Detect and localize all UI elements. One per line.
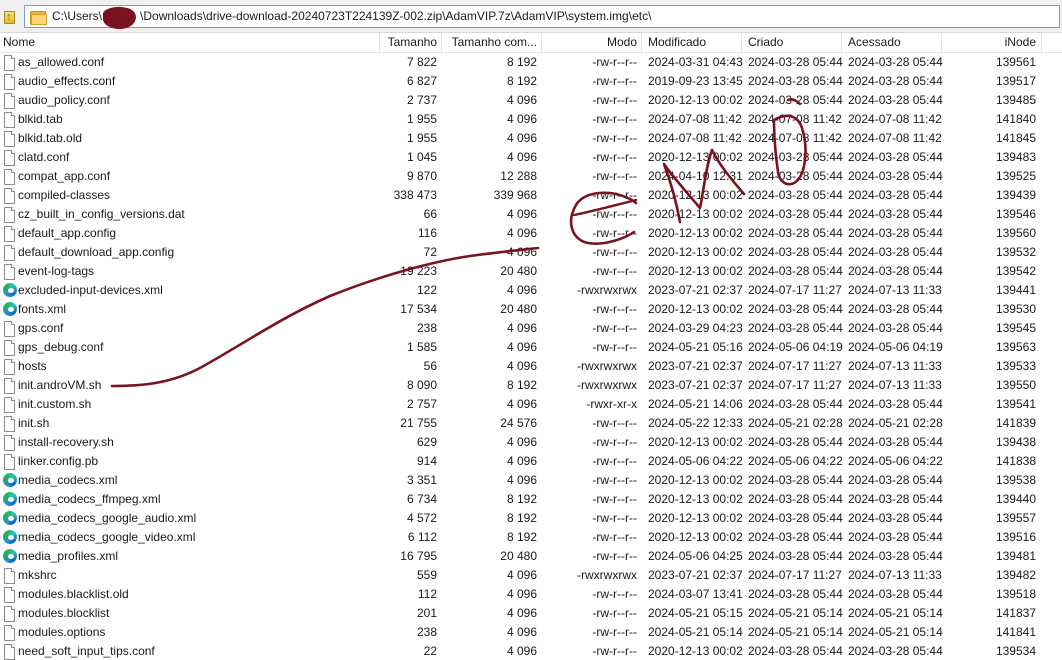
redaction-scribble xyxy=(103,6,136,30)
ink-letter-d xyxy=(772,114,807,186)
scribble-overlay xyxy=(103,6,807,388)
ink-letter-e xyxy=(569,191,638,245)
ink-letter-e-bar xyxy=(572,198,638,217)
ink-line xyxy=(110,246,540,388)
ink-letter-n xyxy=(662,148,746,224)
ink-letter-d-top xyxy=(786,98,802,106)
